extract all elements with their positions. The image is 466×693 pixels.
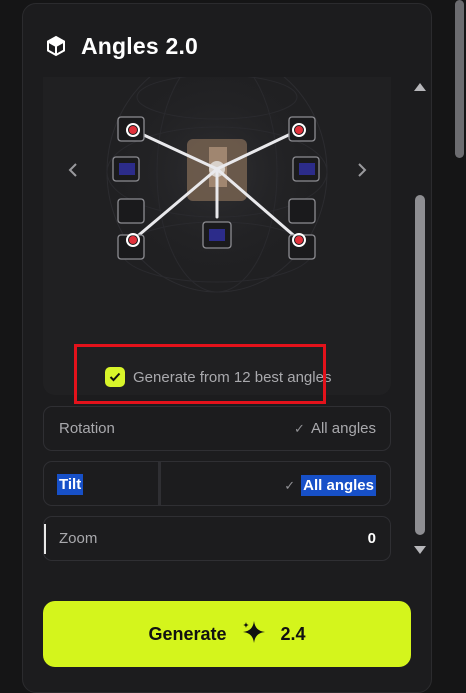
tilt-divider [158, 462, 161, 505]
best-angles-option[interactable]: Generate from 12 best angles [105, 364, 331, 390]
scroll-down-icon[interactable] [414, 546, 426, 554]
scroll-thumb[interactable] [415, 195, 425, 535]
cube-icon [43, 33, 69, 59]
rotation-label: Rotation [59, 420, 115, 437]
scroll-up-icon[interactable] [414, 83, 426, 91]
sparkle-icon [241, 619, 267, 650]
page-scrollbar[interactable] [455, 0, 466, 160]
check-icon: ✓ [284, 477, 296, 493]
generate-label: Generate [148, 623, 227, 644]
zoom-value[interactable]: 0 [368, 530, 376, 547]
check-icon: ✓ [294, 420, 305, 436]
angles-preview: Generate from 12 best angles [43, 77, 391, 395]
best-angles-label: Generate from 12 best angles [133, 368, 332, 386]
tilt-value[interactable]: ✓ All angles [284, 475, 376, 496]
page-scroll-thumb[interactable] [455, 0, 464, 158]
generate-cost: 2.4 [280, 623, 306, 644]
camera-angles-diagram [102, 77, 332, 293]
chevron-right-icon[interactable] [352, 160, 372, 180]
checkmark-icon [109, 372, 121, 382]
panel-title: Angles 2.0 [81, 32, 199, 59]
tilt-setting[interactable]: Tilt ✓ All angles [43, 461, 391, 506]
best-angles-checkbox[interactable] [105, 367, 125, 387]
angles-panel: Angles 2.0 Generate from 12 best angles … [22, 3, 432, 693]
rotation-setting[interactable]: Rotation ✓ All angles [43, 406, 391, 451]
chevron-left-icon[interactable] [63, 160, 83, 180]
panel-scrollbar[interactable] [412, 80, 428, 560]
panel-header: Angles 2.0 [43, 28, 198, 64]
generate-button[interactable]: Generate 2.4 [43, 601, 411, 667]
rotation-value[interactable]: ✓ All angles [294, 420, 376, 437]
text-caret [44, 524, 46, 554]
tilt-label: Tilt [57, 474, 84, 495]
zoom-label: Zoom [59, 530, 98, 547]
zoom-setting[interactable]: Zoom 0 [43, 516, 391, 561]
